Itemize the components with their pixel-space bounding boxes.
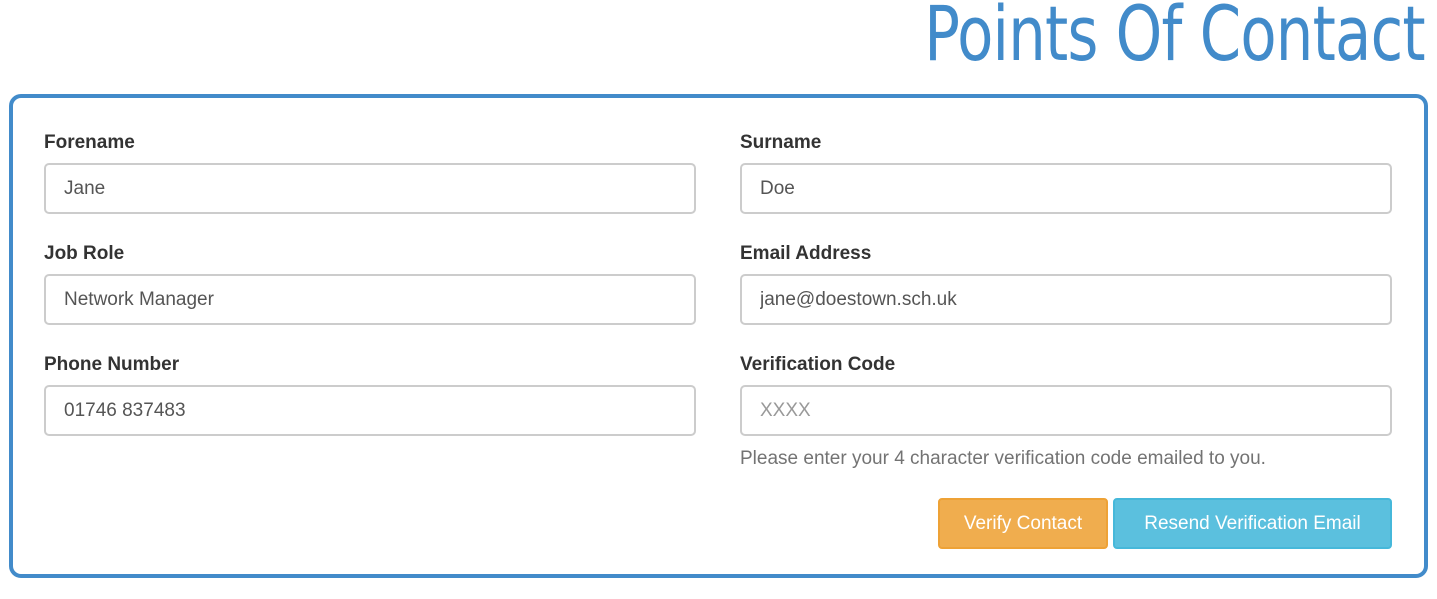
email-label: Email Address [740, 243, 872, 264]
forename-input[interactable] [44, 163, 696, 214]
job-role-input[interactable] [44, 274, 696, 325]
email-group: Email Address [740, 243, 1392, 325]
verify-contact-button[interactable]: Verify Contact [938, 498, 1108, 549]
resend-verification-button[interactable]: Resend Verification Email [1113, 498, 1392, 549]
job-role-group: Job Role [44, 243, 696, 325]
forename-label: Forename [44, 132, 135, 153]
surname-input[interactable] [740, 163, 1392, 214]
verification-code-input[interactable] [740, 385, 1392, 436]
verification-code-help: Please enter your 4 character verificati… [740, 448, 1266, 469]
phone-label: Phone Number [44, 354, 180, 375]
phone-group: Phone Number [44, 354, 696, 436]
page-title: Points Of Contact [924, 0, 1425, 78]
surname-group: Surname [740, 132, 1392, 214]
verification-code-group: Verification Code [740, 354, 1392, 436]
surname-label: Surname [740, 132, 822, 153]
job-role-label: Job Role [44, 243, 125, 264]
phone-input[interactable] [44, 385, 696, 436]
email-input[interactable] [740, 274, 1392, 325]
forename-group: Forename [44, 132, 696, 214]
verification-code-label: Verification Code [740, 354, 896, 375]
